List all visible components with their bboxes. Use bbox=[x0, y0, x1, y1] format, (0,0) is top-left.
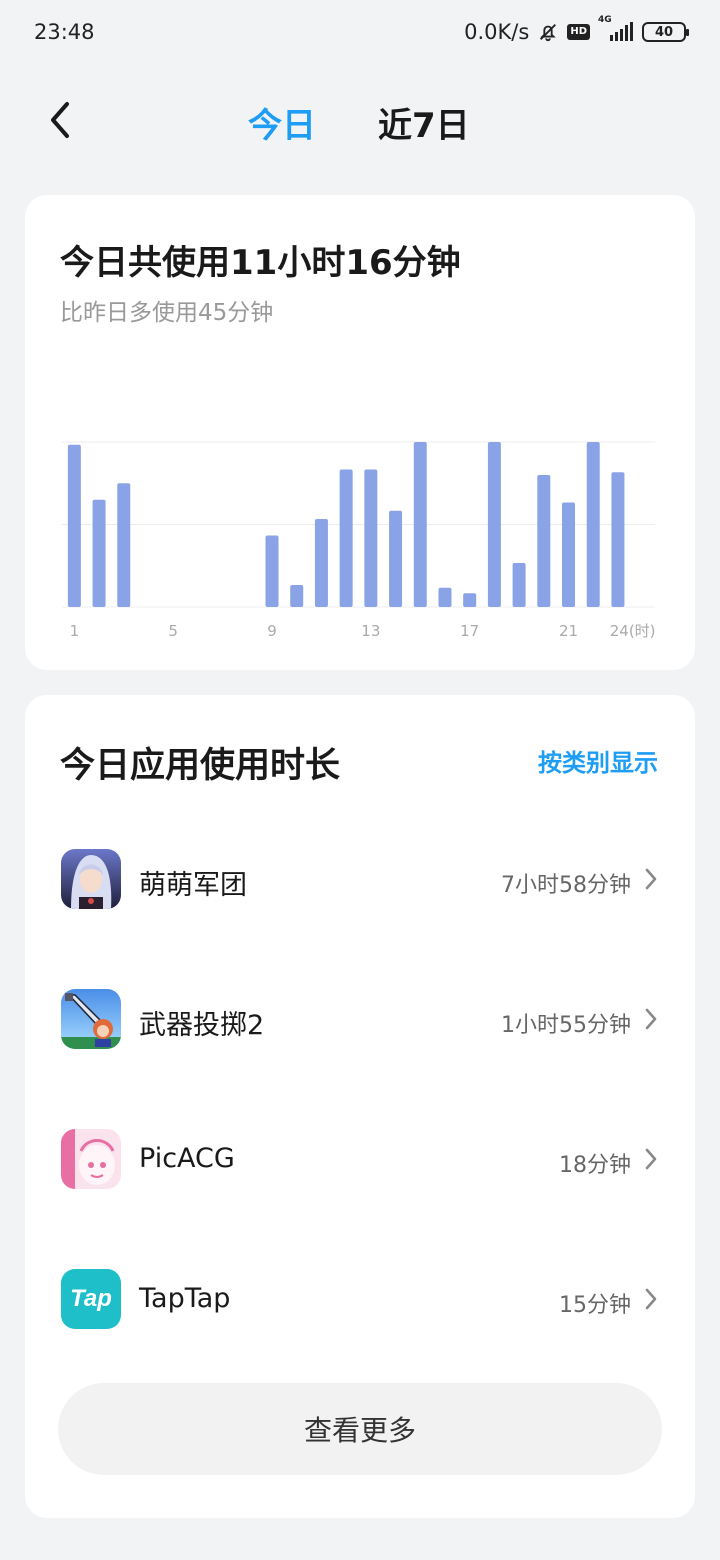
chart-bar-hour-21[interactable] bbox=[562, 502, 576, 608]
chart-bar-hour-13[interactable] bbox=[364, 469, 378, 608]
app-row-mengmeng[interactable]: 萌萌军团 7小时58分钟 bbox=[25, 835, 695, 925]
network-label: 4G bbox=[598, 15, 612, 25]
chart-bar-hour-1[interactable] bbox=[67, 444, 81, 607]
chart-x-tick-label: 13 bbox=[361, 622, 380, 640]
app-usage-time: 18分钟 bbox=[559, 1153, 631, 1178]
chart-bar-hour-19[interactable] bbox=[512, 563, 526, 607]
taptap-icon-text: Tap bbox=[70, 1285, 112, 1312]
chart-x-tick-label: 1 bbox=[70, 622, 80, 640]
chevron-right-icon bbox=[645, 1288, 657, 1310]
chart-bar-hour-20[interactable] bbox=[537, 475, 551, 607]
chevron-right-icon bbox=[645, 868, 657, 890]
chart-bar-hour-15[interactable] bbox=[413, 442, 427, 607]
picacg-icon bbox=[61, 1129, 121, 1189]
chart-x-tick-label: 5 bbox=[168, 622, 178, 640]
app-row-taptap[interactable]: Tap TapTap 15分钟 bbox=[25, 1255, 695, 1345]
chart-bar-hour-9[interactable] bbox=[265, 535, 279, 608]
chart-bar-hour-17[interactable] bbox=[463, 593, 477, 607]
chevron-right-icon bbox=[645, 1008, 657, 1030]
battery-icon: 40 bbox=[642, 22, 689, 42]
tab-today[interactable]: 今日 bbox=[248, 98, 316, 147]
chart-bar-hour-18[interactable] bbox=[487, 442, 501, 607]
app-usage-time: 7小时58分钟 bbox=[501, 873, 631, 898]
status-bar: 23:48 0.0K/s HD 4G 40 bbox=[0, 0, 720, 64]
hd-icon: HD bbox=[567, 24, 590, 40]
chart-bar-hour-10[interactable] bbox=[290, 585, 304, 607]
app-row-picacg[interactable]: PicACG 18分钟 bbox=[25, 1115, 695, 1205]
back-button[interactable] bbox=[36, 98, 84, 142]
app-name: 萌萌军团 bbox=[139, 870, 247, 901]
chevron-right-icon bbox=[645, 1148, 657, 1170]
mute-bell-icon bbox=[537, 21, 559, 43]
chart-x-tick-label: 17 bbox=[460, 622, 479, 640]
app-name: PicACG bbox=[139, 1143, 235, 1174]
app-usage-time: 1小时55分钟 bbox=[501, 1013, 631, 1038]
app-name: 武器投掷2 bbox=[139, 1010, 265, 1041]
net-speed: 0.0K/s bbox=[464, 20, 530, 44]
chart-bar-hour-14[interactable] bbox=[389, 510, 403, 607]
chart-x-tick-label: 9 bbox=[267, 622, 277, 640]
app-usage-time: 15分钟 bbox=[559, 1293, 631, 1318]
tab-last-7-days[interactable]: 近7日 bbox=[378, 98, 470, 147]
taptap-icon: Tap bbox=[61, 1269, 121, 1329]
chart-bar-hour-2[interactable] bbox=[92, 499, 106, 607]
signal-icon: 4G bbox=[598, 15, 634, 43]
chart-bar-hour-11[interactable] bbox=[314, 519, 328, 607]
status-icons: 0.0K/s HD 4G 40 bbox=[464, 15, 689, 44]
chart-bar-hour-23[interactable] bbox=[611, 472, 625, 607]
app-usage-title: 今日应用使用时长 bbox=[60, 746, 341, 786]
status-time: 23:48 bbox=[34, 20, 95, 44]
game-girl-icon bbox=[61, 849, 121, 909]
chart-bar-hour-16[interactable] bbox=[438, 587, 452, 607]
chevron-left-icon bbox=[51, 102, 69, 138]
show-by-category-link[interactable]: 按类别显示 bbox=[538, 743, 658, 778]
pixel-sword-icon bbox=[61, 989, 121, 1049]
chart-bar-hour-3[interactable] bbox=[117, 483, 131, 607]
chart-bar-hour-22[interactable] bbox=[586, 442, 600, 607]
hourly-usage-chart: 1 5 9 13 17 21 24(时) bbox=[62, 441, 656, 640]
chart-x-tick-label: 24(时) bbox=[610, 622, 656, 640]
chart-bar-hour-12[interactable] bbox=[339, 469, 353, 608]
app-usage-card: 今日应用使用时长 按类别显示 萌萌军团 7小时58分钟 武器投掷2 1小时55分… bbox=[25, 695, 695, 1518]
app-name: TapTap bbox=[139, 1283, 231, 1314]
app-row-weapon-throw[interactable]: 武器投掷2 1小时55分钟 bbox=[25, 975, 695, 1065]
chart-x-tick-label: 21 bbox=[559, 622, 578, 640]
usage-summary-card: 今日共使用11小时16分钟 比昨日多使用45分钟 1 5 9 13 17 21 24(时) bbox=[25, 195, 695, 670]
top-nav: 今日 近7日 bbox=[0, 80, 720, 160]
view-more-button[interactable]: 查看更多 bbox=[58, 1383, 662, 1475]
